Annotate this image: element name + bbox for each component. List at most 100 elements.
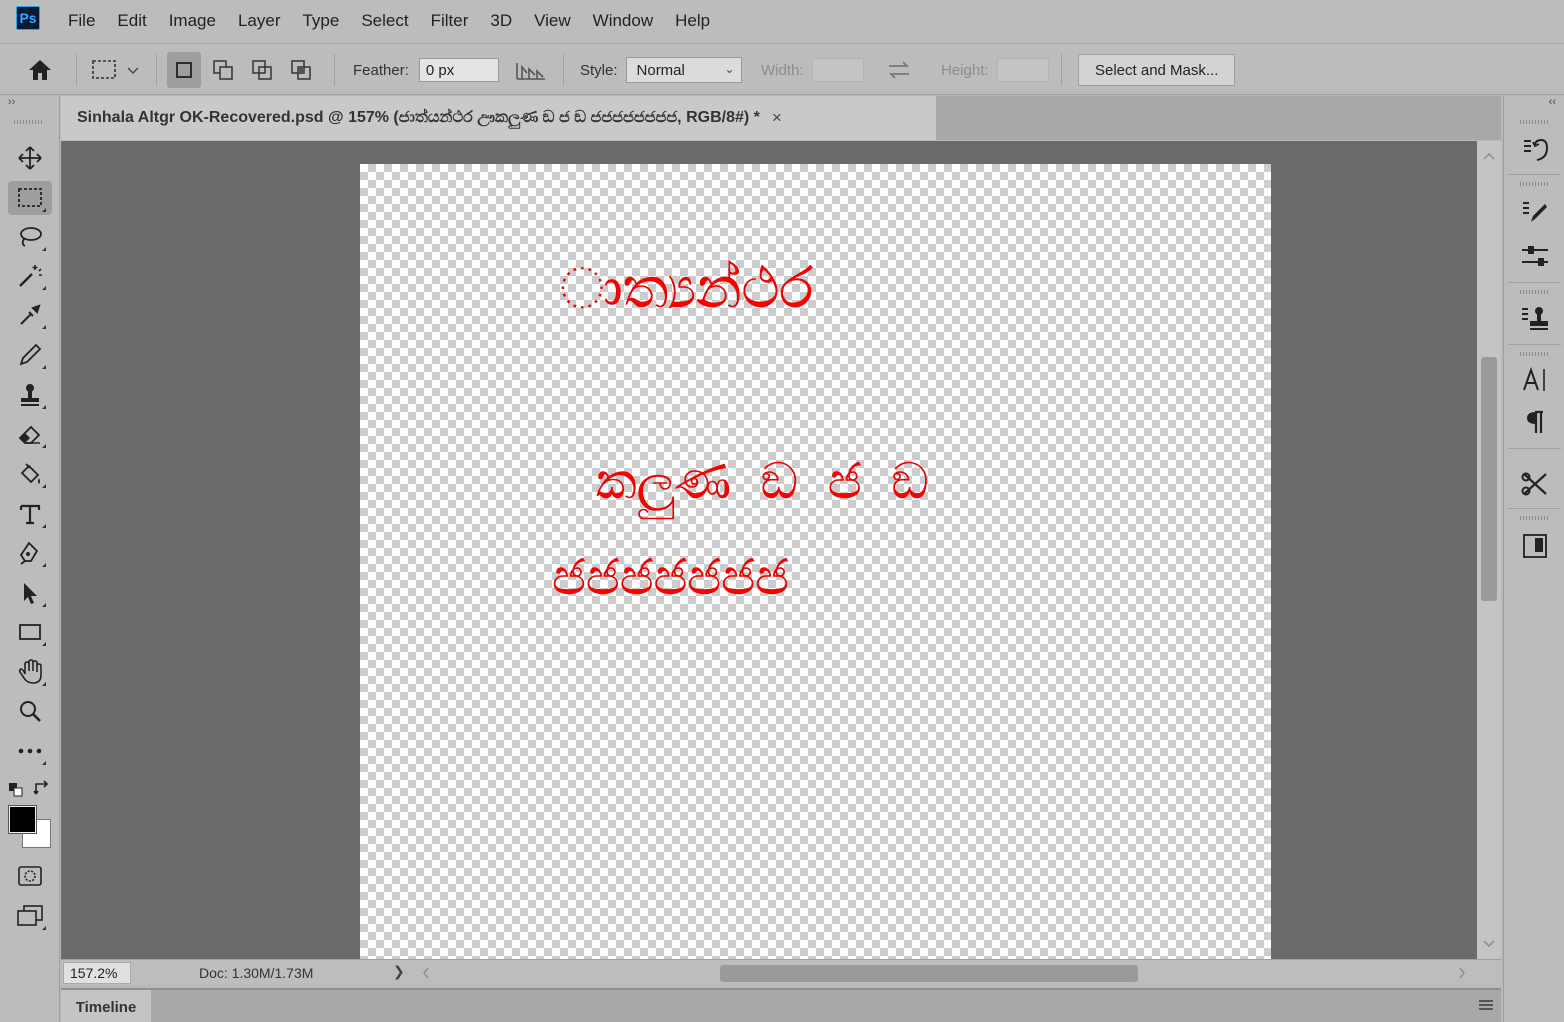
scroll-left-icon[interactable] [421,965,431,981]
panel-grip[interactable] [1520,120,1550,124]
eyedropper-tool[interactable] [8,298,52,332]
quick-mask-button[interactable] [8,859,52,893]
scroll-down-icon[interactable] [1481,939,1497,949]
character-icon [1523,366,1545,391]
panel-grip[interactable] [1520,352,1550,356]
menu-view[interactable]: View [534,11,571,31]
more-dots-icon [18,748,42,754]
canvas-text-line-3: ජජජජජජජ [552,548,790,607]
brush-settings-panel-button[interactable] [1518,196,1552,228]
scroll-up-icon[interactable] [1481,151,1497,161]
hand-tool[interactable] [8,655,52,689]
magic-wand-tool[interactable] [8,259,52,293]
foreground-color-swatch[interactable] [8,805,37,834]
zoom-tool[interactable] [8,694,52,728]
panel-grip[interactable] [1520,290,1550,294]
status-menu-arrow[interactable]: ❯ [393,963,405,980]
panel-grip[interactable] [1520,516,1550,520]
menu-filter[interactable]: Filter [431,11,469,31]
scroll-right-icon[interactable] [1457,965,1467,981]
height-input[interactable] [996,58,1049,82]
pen-icon [19,541,39,565]
tool-preset-picker[interactable] [90,44,140,96]
feather-label: Feather: [353,61,409,79]
subtract-from-selection-button[interactable] [245,52,279,88]
home-button[interactable] [26,44,54,96]
collapse-toolbar-icon[interactable]: ›› [8,96,15,108]
options-bar: Feather: 0 px Style: Normal ⌄ Width: Hei… [0,43,1564,95]
swap-arrows-icon [888,61,910,79]
libraries-panel-button[interactable] [1518,530,1552,562]
intersect-selection-button[interactable] [284,52,318,88]
eraser-tool[interactable] [8,417,52,451]
timeline-tab[interactable]: Timeline [61,990,151,1022]
paint-bucket-tool[interactable] [8,457,52,491]
type-icon [19,504,41,525]
move-icon [18,146,42,170]
menu-3d[interactable]: 3D [490,11,512,31]
edit-toolbar-button[interactable] [8,734,52,768]
magnifier-icon [20,701,41,722]
swap-colors-button[interactable] [33,780,51,802]
vertical-scrollbar[interactable] [1477,141,1501,959]
menu-layer[interactable]: Layer [238,11,281,31]
panel-grip[interactable] [1520,182,1550,186]
style-dropdown[interactable]: Normal ⌄ [625,57,742,83]
add-to-selection-button[interactable] [206,52,240,88]
menu-file[interactable]: File [68,11,95,31]
history-icon [1524,138,1549,161]
clone-stamp-tool[interactable] [8,378,52,412]
move-tool[interactable] [8,141,52,175]
intersect-selection-icon [291,60,311,80]
libraries-icon [1523,534,1547,558]
new-selection-button[interactable] [167,52,201,88]
canvas-workspace[interactable]: ාත්‍යන්ථර කලුණ ඞ ජ ඞ ජජජජජජජ [61,141,1477,959]
select-and-mask-button[interactable]: Select and Mask... [1078,54,1236,86]
history-panel-button[interactable] [1518,134,1552,166]
expand-panels-icon[interactable]: ‹‹ [1549,96,1556,108]
zoom-level-field[interactable]: 157.2% [63,962,131,984]
canvas-text-line-1: ාත්‍යන්ථර [560,256,814,322]
pen-tool[interactable] [8,536,52,570]
document-tab[interactable]: Sinhala Altgr OK-Recovered.psd @ 157% (ජ… [61,96,936,140]
paragraph-panel-button[interactable] [1518,406,1552,438]
vertical-scroll-thumb[interactable] [1481,357,1497,601]
menu-select[interactable]: Select [361,11,408,31]
style-label: Style: [580,61,618,79]
default-colors-button[interactable] [8,782,24,802]
tool-presets-panel-button[interactable] [1518,468,1552,500]
panel-grip[interactable] [14,120,44,124]
type-tool[interactable] [8,497,52,531]
horizontal-scroll-thumb[interactable] [720,965,1138,982]
menu-type[interactable]: Type [302,11,339,31]
screen-mode-button[interactable] [8,899,52,933]
brush-icon [19,343,42,366]
menu-window[interactable]: Window [593,11,653,31]
horizontal-scrollbar[interactable] [417,962,1465,984]
rectangular-marquee-tool[interactable] [8,181,52,215]
menu-image[interactable]: Image [169,11,216,31]
panel-menu-icon[interactable] [1479,1000,1493,1012]
status-bar: 157.2% Doc: 1.30M/1.73M ❯ [61,959,1501,985]
brush-tool[interactable] [8,338,52,372]
marquee-icon [18,188,42,207]
eyedropper-icon [20,304,41,325]
adjustments-panel-button[interactable] [1518,240,1552,272]
character-panel-button[interactable] [1518,364,1552,396]
default-colors-icon [9,783,23,797]
rectangle-icon [19,624,41,640]
close-tab-icon[interactable]: × [772,108,782,128]
document-canvas[interactable]: ාත්‍යන්ථර කලුණ ඞ ජ ඞ ජජජජජජජ [360,164,1271,959]
swap-width-height-button[interactable] [886,44,912,96]
menu-help[interactable]: Help [675,11,710,31]
feather-input[interactable]: 0 px [418,58,499,82]
path-selection-tool[interactable] [8,576,52,610]
rectangle-tool[interactable] [8,615,52,649]
clone-source-panel-button[interactable] [1518,302,1552,334]
width-input[interactable] [811,58,864,82]
menu-edit[interactable]: Edit [117,11,146,31]
lasso-tool[interactable] [8,220,52,254]
screen-mode-icon [17,905,43,926]
subtract-selection-icon [252,60,272,80]
photoshop-logo: Ps [16,6,40,30]
